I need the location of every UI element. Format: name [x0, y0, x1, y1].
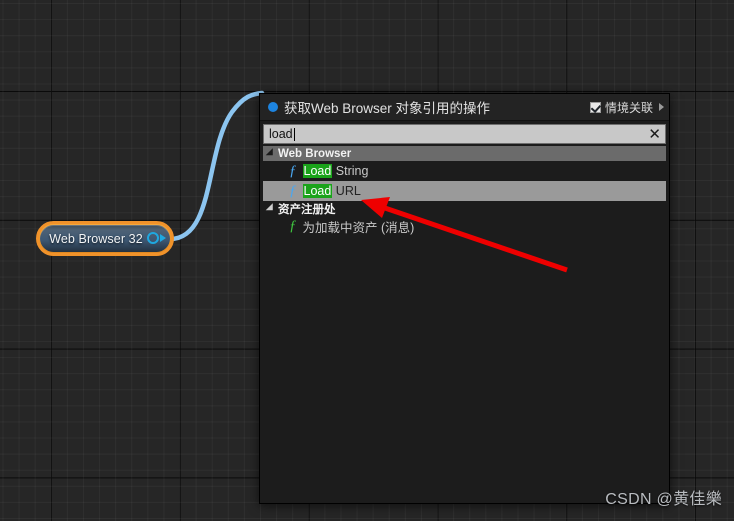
category-header-web-browser[interactable]: Web Browser: [263, 146, 666, 161]
panel-title-bar: 获取Web Browser 对象引用的操作 情境关联: [260, 94, 669, 121]
list-item[interactable]: ƒ 为加载中资产 (消息): [263, 216, 666, 236]
clear-search-icon[interactable]: ✕: [644, 127, 661, 142]
search-match-highlight: Load: [302, 164, 333, 178]
list-item-rest: String: [332, 164, 369, 178]
function-icon: ƒ: [289, 217, 297, 234]
search-input[interactable]: load: [269, 127, 644, 141]
panel-title-label: 获取Web Browser 对象引用的操作: [284, 101, 491, 116]
list-item-label: Load URL: [302, 184, 361, 198]
function-icon: ƒ: [289, 182, 297, 199]
list-item-rest: URL: [332, 184, 361, 198]
list-item-rest: 为加载中资产 (消息): [302, 220, 415, 235]
list-item[interactable]: ƒ Load String: [263, 161, 666, 181]
object-type-dot-icon: [268, 102, 278, 112]
graph-node-web-browser-32[interactable]: Web Browser 32: [36, 221, 174, 256]
context-sensitive-label: 情境关联: [604, 100, 653, 115]
list-item-label: Load String: [302, 164, 369, 178]
checkbox-checked-icon[interactable]: [589, 101, 601, 113]
connection-wire: [167, 90, 265, 242]
category-label: 资产注册处: [278, 203, 336, 216]
text-caret: [293, 127, 295, 141]
function-icon: ƒ: [289, 162, 297, 179]
blueprint-graph-editor: Web Browser 32 获取Web Browser 对象引用的操作 情境关…: [0, 0, 734, 521]
pin-connector-arrow-icon: [160, 234, 166, 242]
search-input-value: load: [269, 127, 293, 141]
action-results-list: Web Browser ƒ Load String ƒ Load URL 资产注…: [263, 146, 666, 236]
node-action-menu-panel: 获取Web Browser 对象引用的操作 情境关联 load ✕ Web Br…: [259, 93, 670, 504]
search-input-row[interactable]: load ✕: [263, 124, 666, 144]
node-title-label: Web Browser 32: [49, 231, 143, 246]
list-item-label: 为加载中资产 (消息): [303, 217, 415, 236]
category-header-asset-registry[interactable]: 资产注册处: [263, 201, 666, 216]
watermark-label: CSDN @黄佳樂: [605, 491, 722, 508]
list-item[interactable]: ƒ Load URL: [263, 181, 666, 201]
expand-caret-icon[interactable]: [265, 203, 277, 214]
expand-caret-icon[interactable]: [265, 148, 277, 159]
search-match-highlight: Load: [302, 184, 333, 198]
context-sensitive-toggle[interactable]: 情境关联: [589, 99, 664, 116]
category-label: Web Browser: [278, 147, 352, 160]
chevron-right-icon[interactable]: [659, 103, 664, 111]
object-pin-icon[interactable]: [147, 232, 159, 244]
